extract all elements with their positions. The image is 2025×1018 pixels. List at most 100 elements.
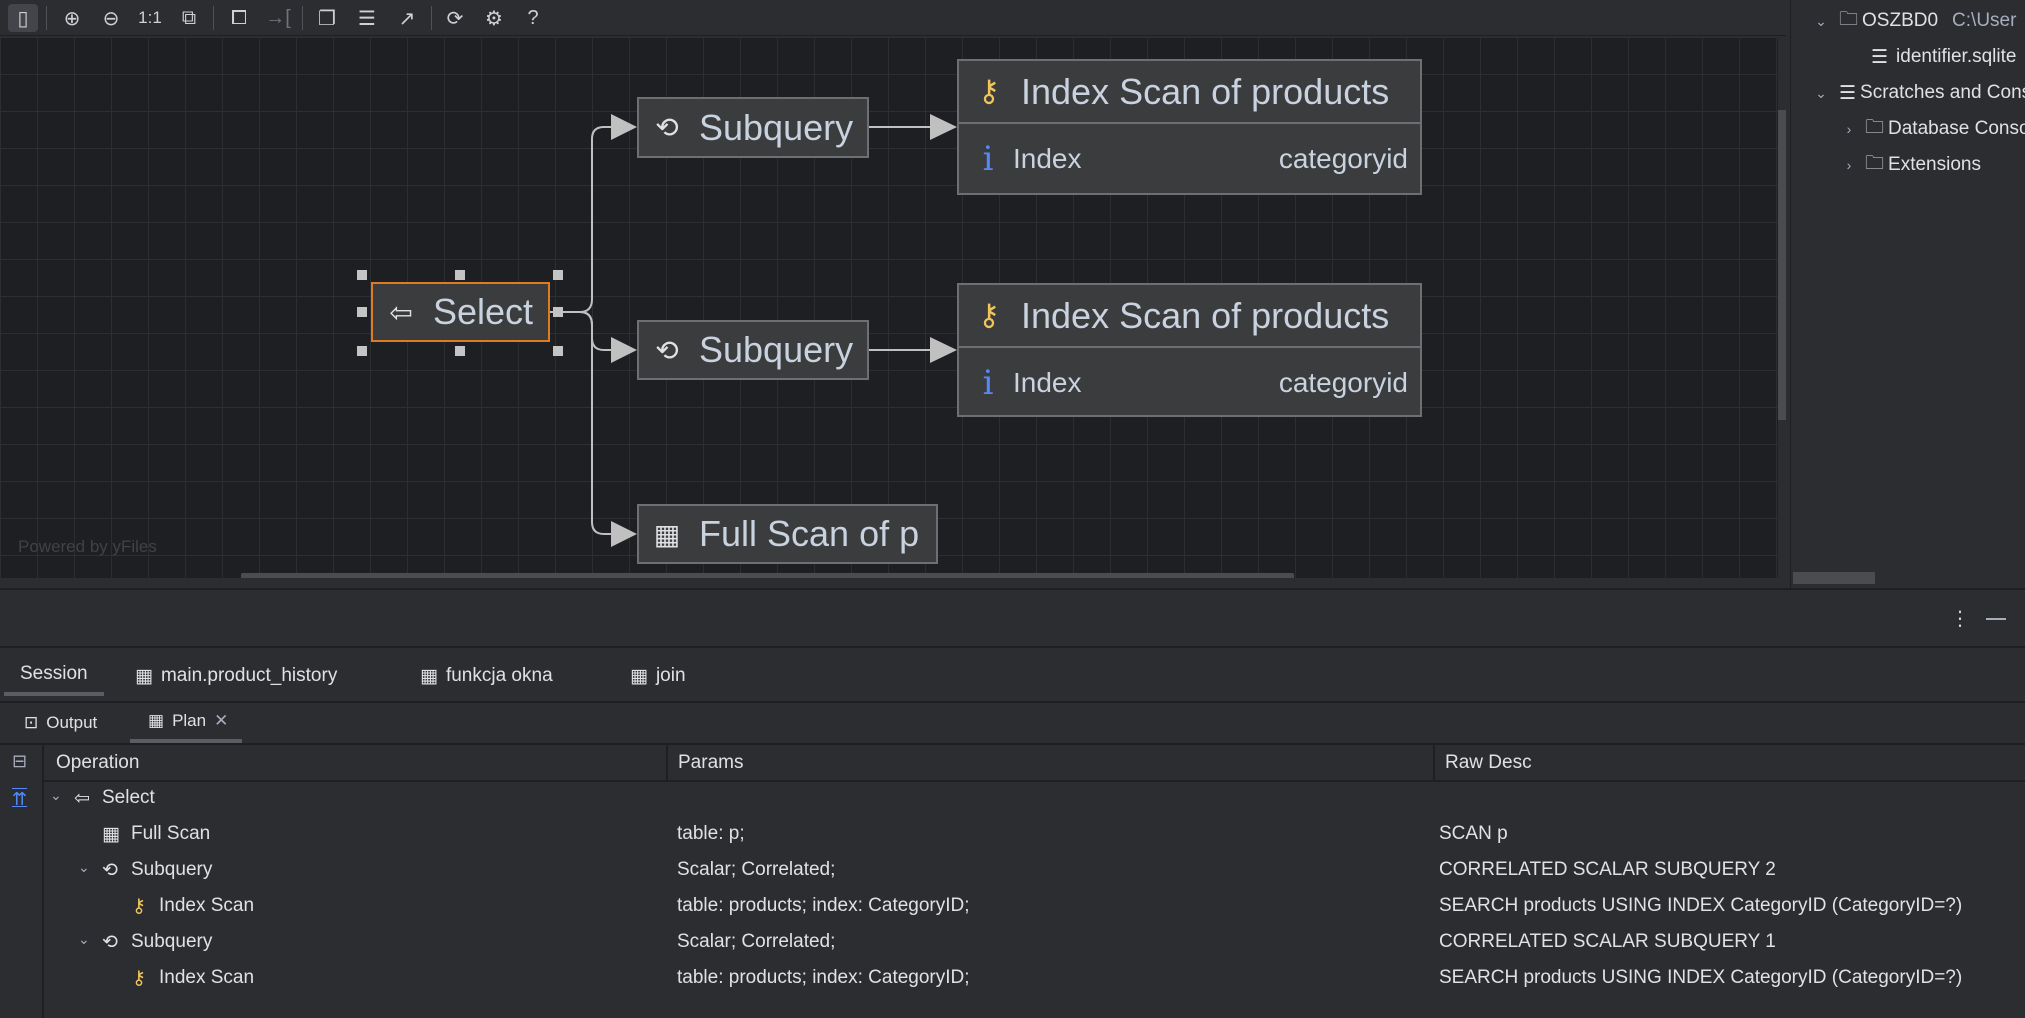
refresh-icon: ⟲	[102, 932, 118, 953]
divider	[431, 6, 432, 30]
index-scan-node-1[interactable]: ⚷ Index Scan of products i Index categoryid	[957, 59, 1422, 195]
refresh-icon[interactable]: ⟳	[440, 4, 470, 32]
expand-all-icon[interactable]: ⇈	[12, 789, 27, 810]
resize-handle[interactable]	[553, 346, 563, 356]
key-icon: ⚷	[978, 75, 1000, 108]
node-label: Full Scan of p	[699, 513, 920, 554]
table-icon: ▦	[420, 665, 438, 687]
settings-icon[interactable]: ⚙	[479, 4, 509, 32]
tab-label: join	[655, 665, 686, 686]
table-row[interactable]: ⌄ ⟲ Subquery Scalar; Correlated; CORRELA…	[44, 852, 2025, 888]
arrow-head	[611, 337, 637, 363]
edge-select-fullscan	[579, 311, 615, 535]
divider	[46, 6, 47, 30]
scratches-icon: ☰	[1839, 82, 1857, 104]
tab-funkcja-okna[interactable]: ▦ funkcja okna	[420, 656, 553, 696]
column-header-params[interactable]: Params	[668, 745, 1435, 780]
tab-label: Plan	[172, 711, 207, 730]
text-format-icon[interactable]: ☰	[352, 4, 382, 32]
divider	[302, 6, 303, 30]
chevron-down-icon[interactable]: ⌄	[50, 787, 62, 804]
select-node[interactable]: ⇦ Select	[371, 282, 550, 342]
table-row[interactable]: ⚷ Index Scan table: products; index: Cat…	[44, 888, 2025, 924]
property-key: Index	[1013, 367, 1082, 398]
table-row[interactable]: ⌄ ⇦ Select	[44, 780, 2025, 816]
close-icon[interactable]: ✕	[214, 711, 228, 731]
tab-session[interactable]: Session	[4, 656, 104, 696]
chevron-right-icon: ›	[1846, 157, 1852, 173]
tab-label: main.product_history	[160, 665, 338, 686]
cell-operation: Subquery	[131, 859, 213, 880]
divider	[0, 701, 2025, 703]
zoom-in-icon[interactable]: ⊕	[57, 4, 87, 32]
refresh-icon: ⟲	[655, 112, 679, 143]
sidebar-toggle-icon[interactable]: ▯	[8, 4, 38, 32]
tab-join[interactable]: ▦ join	[630, 656, 686, 696]
table-row[interactable]: ⚷ Index Scan table: products; index: Cat…	[44, 960, 2025, 996]
tree-item-project[interactable]: ⌄ 🗀 OSZBD0 C:\User	[1813, 6, 2016, 36]
resize-handle[interactable]	[553, 270, 563, 280]
table-icon: ▦	[102, 824, 120, 845]
index-scan-node-2[interactable]: ⚷ Index Scan of products i Index categoryid	[957, 283, 1422, 417]
subtab-output[interactable]: ⊡ Output	[24, 703, 97, 743]
tree-item-database-consoles[interactable]: › 🗀Database Consoles	[1841, 114, 2025, 144]
resize-handle[interactable]	[455, 346, 465, 356]
horizontal-scrollbar[interactable]	[1793, 572, 1875, 584]
horizontal-scrollbar[interactable]	[241, 573, 1294, 578]
sql-file-icon: ☰	[1871, 46, 1889, 68]
cell-raw-desc: SCAN p	[1439, 823, 1508, 844]
zoom-out-icon[interactable]: ⊖	[96, 4, 126, 32]
full-scan-node[interactable]: ▦ Full Scan of p	[637, 504, 938, 564]
header-label: Params	[678, 751, 744, 773]
resize-handle[interactable]	[553, 307, 563, 317]
minimize-icon[interactable]	[1986, 618, 2006, 620]
chevron-down-icon[interactable]: ⌄	[78, 931, 90, 948]
table-row[interactable]: ▦ Full Scan table: p; SCAN p	[44, 816, 2025, 852]
cell-raw-desc: CORRELATED SCALAR SUBQUERY 1	[1439, 931, 1776, 952]
tab-label: funkcja okna	[445, 665, 553, 686]
folder-icon: 🗀	[1839, 9, 1859, 30]
cell-params: table: products; index: CategoryID;	[677, 967, 970, 988]
tab-product-history[interactable]: ▦ main.product_history	[135, 656, 337, 696]
column-header-operation[interactable]: Operation	[46, 745, 668, 780]
copy-icon[interactable]: ❐	[312, 4, 342, 32]
tree-item-extensions[interactable]: › 🗀 Extensions	[1841, 150, 1981, 180]
chevron-down-icon[interactable]: ⌄	[78, 859, 90, 876]
folder-icon: 🗀	[1865, 153, 1885, 174]
subtab-plan[interactable]: ▦ Plan ✕	[130, 703, 243, 743]
resize-handle[interactable]	[455, 270, 465, 280]
subquery-node-1[interactable]: ⟲ Subquery	[637, 97, 869, 158]
diagram-canvas[interactable]: ⇦ Select ⟲ Subquery ⟲ Subquery ▦ Full Sc…	[0, 37, 1778, 578]
table-icon: ▦	[653, 518, 681, 550]
help-icon[interactable]: ?	[518, 4, 548, 32]
chevron-down-icon: ⌄	[1815, 12, 1827, 29]
more-options-icon[interactable]: ⋮	[1950, 606, 1970, 631]
resize-handle[interactable]	[357, 307, 367, 317]
tree-label: Scratches and Consoles	[1860, 82, 2025, 103]
table-row[interactable]: ⌄ ⟲ Subquery Scalar; Correlated; CORRELA…	[44, 924, 2025, 960]
navigate-icon[interactable]: →[	[263, 4, 293, 32]
cell-params: table: products; index: CategoryID;	[677, 895, 970, 916]
arrow-left-icon: ⇦	[74, 788, 90, 809]
subquery-node-2[interactable]: ⟲ Subquery	[637, 320, 869, 380]
edge-select-subquery2	[550, 311, 615, 351]
services-header: ⋮	[0, 588, 2025, 648]
show-raw-icon[interactable]: ⊟	[12, 751, 27, 772]
arrow-head	[611, 114, 637, 140]
cell-raw-desc: SEARCH products USING INDEX CategoryID (…	[1439, 895, 1963, 916]
column-header-raw-desc[interactable]: Raw Desc	[1435, 745, 2025, 780]
plan-side-toolbar: ⊟ ⇈	[0, 745, 44, 1018]
arrow-head	[930, 114, 957, 140]
vertical-scrollbar[interactable]	[1778, 110, 1786, 420]
diagram-edges	[550, 114, 957, 547]
tree-item-file[interactable]: ☰ identifier.sqlite	[1871, 42, 2016, 72]
tree-item-scratches[interactable]: ⌄ ☰Scratches and Consoles	[1813, 78, 2025, 108]
actual-size-button[interactable]: 1:1	[135, 4, 165, 32]
layout-icon[interactable]: ⧠	[224, 4, 254, 32]
resize-handle[interactable]	[357, 346, 367, 356]
property-key: Index	[1013, 143, 1082, 174]
header-label: Raw Desc	[1445, 751, 1532, 773]
fit-content-icon[interactable]: ⧉	[174, 4, 204, 32]
resize-handle[interactable]	[357, 270, 367, 280]
export-icon[interactable]: ↗	[392, 4, 422, 32]
